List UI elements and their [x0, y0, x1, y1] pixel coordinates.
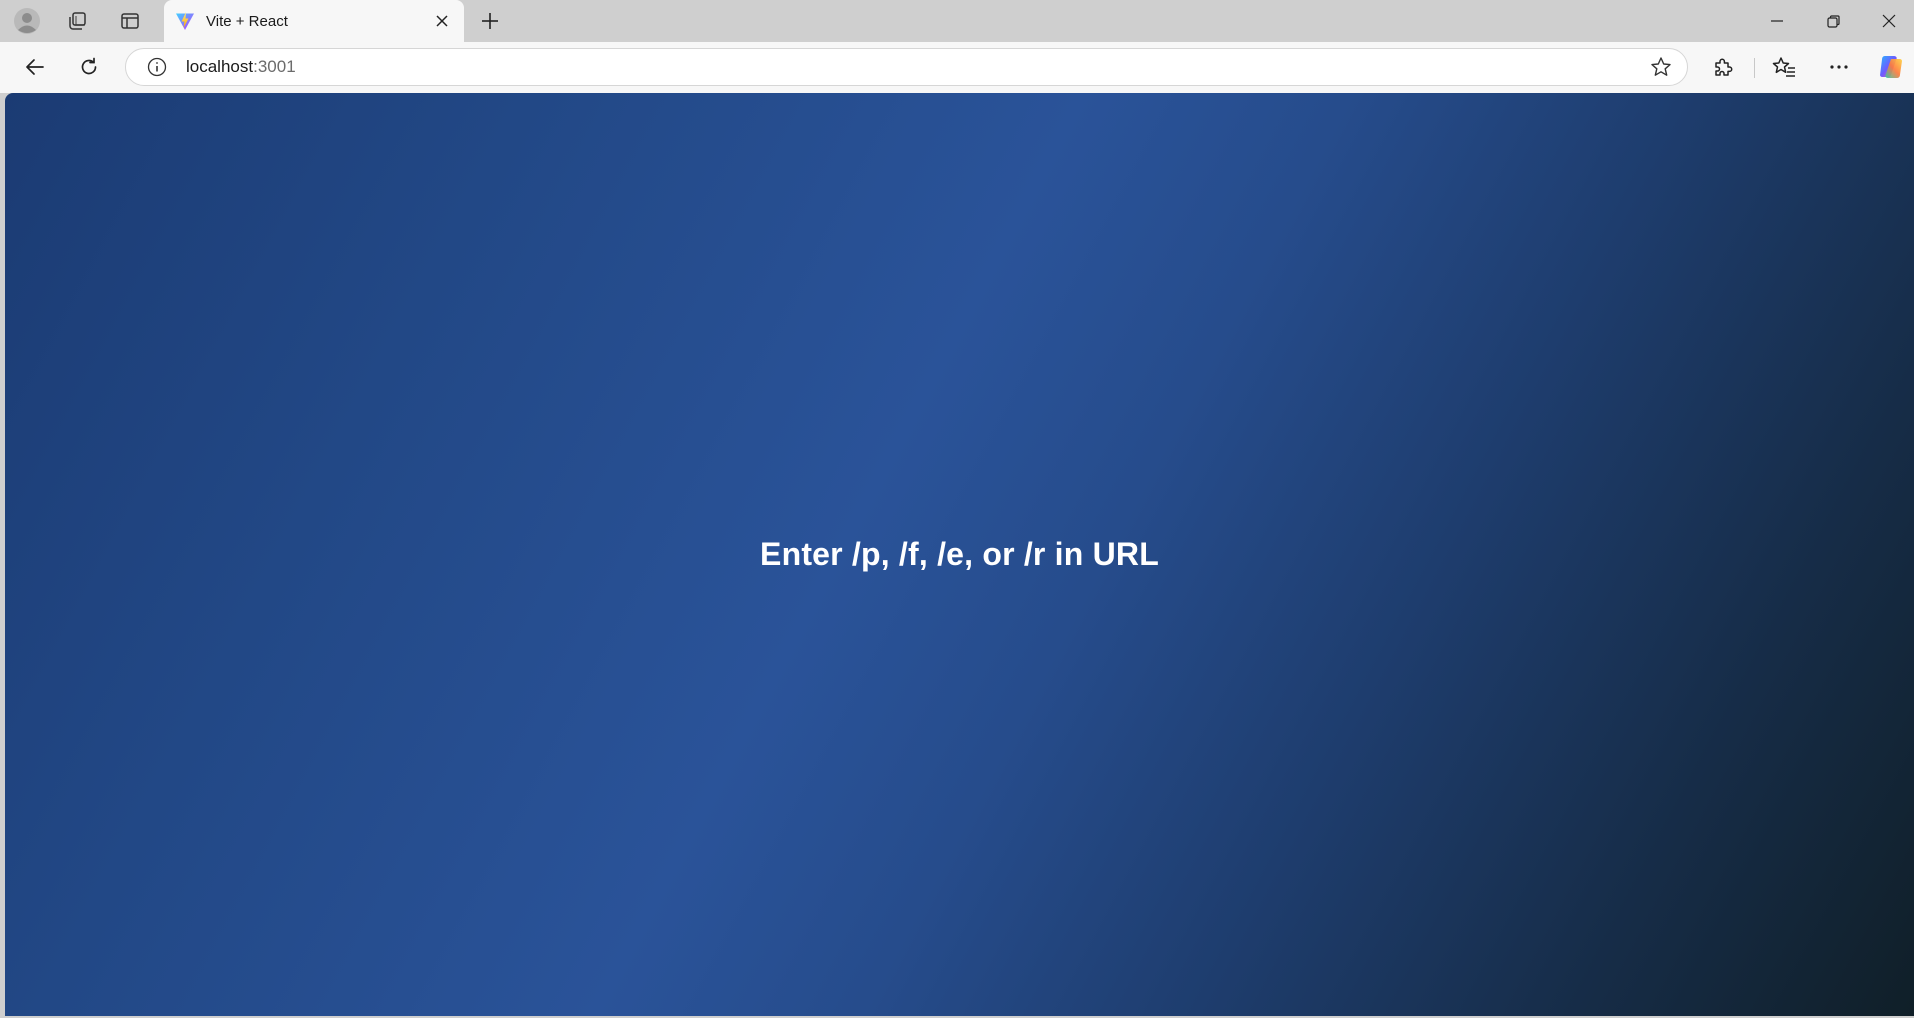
restore-icon[interactable]	[1810, 0, 1856, 42]
tab-title: Vite + React	[206, 12, 288, 30]
more-horizontal-icon[interactable]	[1820, 49, 1858, 85]
toolbar-divider	[1754, 58, 1755, 78]
favorites-list-icon[interactable]	[1765, 49, 1803, 85]
url-host: localhost	[186, 57, 254, 76]
message-container: Enter /p, /f, /e, or /r in URL	[5, 93, 1914, 1016]
page-viewport: Enter /p, /f, /e, or /r in URL	[5, 93, 1914, 1016]
profile-avatar-icon[interactable]	[9, 5, 45, 37]
vite-logo-icon	[174, 10, 196, 32]
address-bar[interactable]: localhost:3001	[125, 48, 1688, 86]
refresh-icon[interactable]	[70, 49, 108, 85]
browser-tab-strip: Vite + React	[0, 0, 1914, 42]
tab-close-icon[interactable]	[428, 7, 456, 35]
browser-toolbar: localhost:3001	[0, 42, 1914, 93]
vertical-tabs-icon[interactable]	[112, 5, 148, 37]
copilot-icon[interactable]	[1872, 49, 1910, 85]
instruction-message: Enter /p, /f, /e, or /r in URL	[760, 536, 1159, 572]
url-port: :3001	[253, 57, 296, 76]
new-tab-plus-icon[interactable]	[472, 5, 508, 37]
window-close-icon[interactable]	[1866, 0, 1912, 42]
site-info-icon[interactable]	[146, 56, 168, 78]
active-tab[interactable]: Vite + React	[164, 0, 464, 42]
url-text[interactable]: localhost:3001	[186, 57, 1643, 77]
extensions-puzzle-icon[interactable]	[1704, 49, 1742, 85]
minimize-icon[interactable]	[1754, 0, 1800, 42]
favorite-star-icon[interactable]	[1643, 51, 1679, 83]
back-arrow-icon[interactable]	[16, 49, 54, 85]
workspaces-icon[interactable]	[59, 5, 95, 37]
